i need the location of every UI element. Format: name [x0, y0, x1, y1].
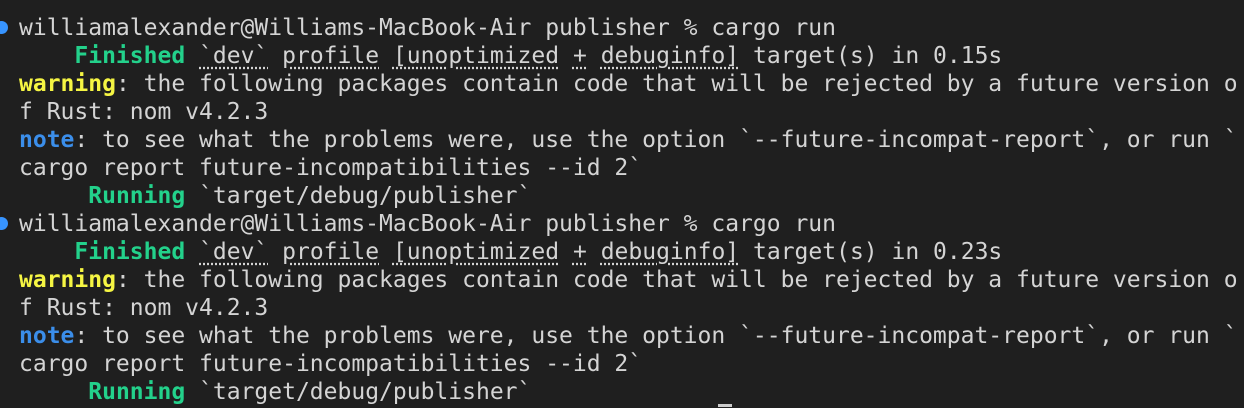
running-line: Running `target/debug/publisher` — [0, 378, 1244, 406]
warning-wrap-text: f Rust: nom v4.2.3 — [19, 99, 269, 125]
finished-line: Finished `dev` profile [unoptimized + de… — [0, 238, 1244, 266]
note-wrap-text: cargo report future-incompatibilities --… — [19, 155, 643, 181]
note-line-wrap: cargo report future-incompatibilities --… — [0, 154, 1244, 182]
finished-label: Finished — [74, 43, 186, 69]
text-cursor — [718, 404, 732, 407]
note-text: : to see what the problems were, use the… — [74, 323, 1238, 349]
command-line: williamalexander@Williams-MacBook-Air pu… — [0, 14, 1244, 42]
finished-line: Finished `dev` profile [unoptimized + de… — [0, 42, 1244, 70]
running-label: Running — [88, 183, 186, 209]
profile-token: profile — [282, 239, 380, 265]
command-decoration-icon[interactable] — [0, 217, 8, 230]
finished-label: Finished — [74, 239, 186, 265]
running-line: Running `target/debug/publisher` — [0, 182, 1244, 210]
note-line: note: to see what the problems were, use… — [0, 322, 1244, 350]
profile-token: + — [572, 239, 587, 265]
profile-token: `dev` — [199, 239, 269, 265]
warning-wrap-text: f Rust: nom v4.2.3 — [19, 295, 269, 321]
note-text: : to see what the problems were, use the… — [74, 127, 1238, 153]
warning-label: warning — [19, 71, 116, 97]
running-text: `target/debug/publisher` — [185, 183, 532, 209]
running-label: Running — [88, 379, 186, 405]
warning-line-wrap: f Rust: nom v4.2.3 — [0, 98, 1244, 126]
finished-timing: target(s) in 0.23s — [739, 239, 1003, 265]
warning-text: : the following packages contain code th… — [115, 267, 1238, 293]
warning-label: warning — [19, 267, 116, 293]
running-text: `target/debug/publisher` — [185, 379, 532, 405]
profile-token: `dev` — [199, 43, 269, 69]
prompt-text: williamalexander@Williams-MacBook-Air pu… — [19, 211, 836, 237]
profile-token: debuginfo] — [600, 239, 740, 265]
terminal-output[interactable]: williamalexander@Williams-MacBook-Air pu… — [0, 0, 1244, 408]
profile-token: + — [572, 43, 587, 69]
profile-token: [unoptimized — [392, 43, 560, 69]
profile-token: [unoptimized — [392, 239, 560, 265]
prompt-text: williamalexander@Williams-MacBook-Air pu… — [19, 15, 836, 41]
note-line: note: to see what the problems were, use… — [0, 126, 1244, 154]
command-decoration-icon[interactable] — [0, 21, 8, 34]
note-line-wrap: cargo report future-incompatibilities --… — [0, 350, 1244, 378]
note-wrap-text: cargo report future-incompatibilities --… — [19, 351, 643, 377]
warning-line: warning: the following packages contain … — [0, 266, 1244, 294]
command-line: williamalexander@Williams-MacBook-Air pu… — [0, 210, 1244, 238]
note-label: note — [19, 127, 75, 153]
warning-line-wrap: f Rust: nom v4.2.3 — [0, 294, 1244, 322]
note-label: note — [19, 323, 75, 349]
profile-token: debuginfo] — [600, 43, 740, 69]
warning-line: warning: the following packages contain … — [0, 70, 1244, 98]
profile-token: profile — [282, 43, 380, 69]
finished-timing: target(s) in 0.15s — [739, 43, 1003, 69]
warning-text: : the following packages contain code th… — [115, 71, 1238, 97]
